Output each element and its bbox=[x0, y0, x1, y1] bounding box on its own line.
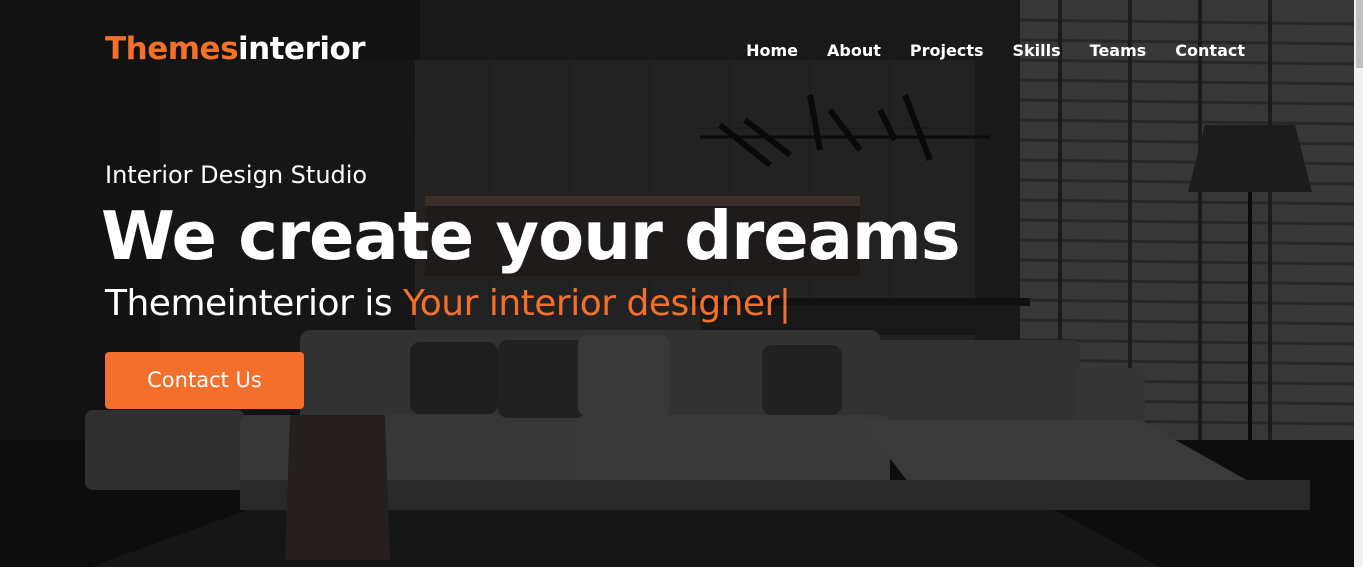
page-scrollbar-thumb[interactable] bbox=[1356, 0, 1363, 68]
hero-eyebrow: Interior Design Studio bbox=[105, 161, 368, 189]
nav-link-about[interactable]: About bbox=[827, 40, 881, 62]
page-scrollbar-track[interactable] bbox=[1354, 0, 1363, 567]
main-navigation: Home About Projects Skills Teams Contact bbox=[717, 40, 1245, 62]
logo-accent-text: Themes bbox=[105, 31, 239, 67]
site-logo[interactable]: Themesinterior bbox=[105, 29, 366, 69]
page: Themesinterior Home About Projects Skill… bbox=[0, 0, 1363, 567]
contact-us-button[interactable]: Contact Us bbox=[105, 352, 304, 409]
nav-link-contact[interactable]: Contact bbox=[1175, 40, 1245, 62]
nav-link-teams[interactable]: Teams bbox=[1090, 40, 1147, 62]
tagline-typed-text: Your interior designer bbox=[403, 283, 779, 324]
nav-link-projects[interactable]: Projects bbox=[910, 40, 984, 62]
typing-cursor: | bbox=[778, 283, 791, 324]
nav-link-skills[interactable]: Skills bbox=[1013, 40, 1061, 62]
hero-headline: We create your dreams bbox=[101, 197, 961, 275]
hero-tagline: Themeinterior is Your interior designer| bbox=[105, 281, 791, 327]
tagline-prefix: Themeinterior is bbox=[105, 283, 404, 324]
nav-link-home[interactable]: Home bbox=[746, 40, 798, 62]
logo-rest-text: interior bbox=[238, 31, 366, 67]
